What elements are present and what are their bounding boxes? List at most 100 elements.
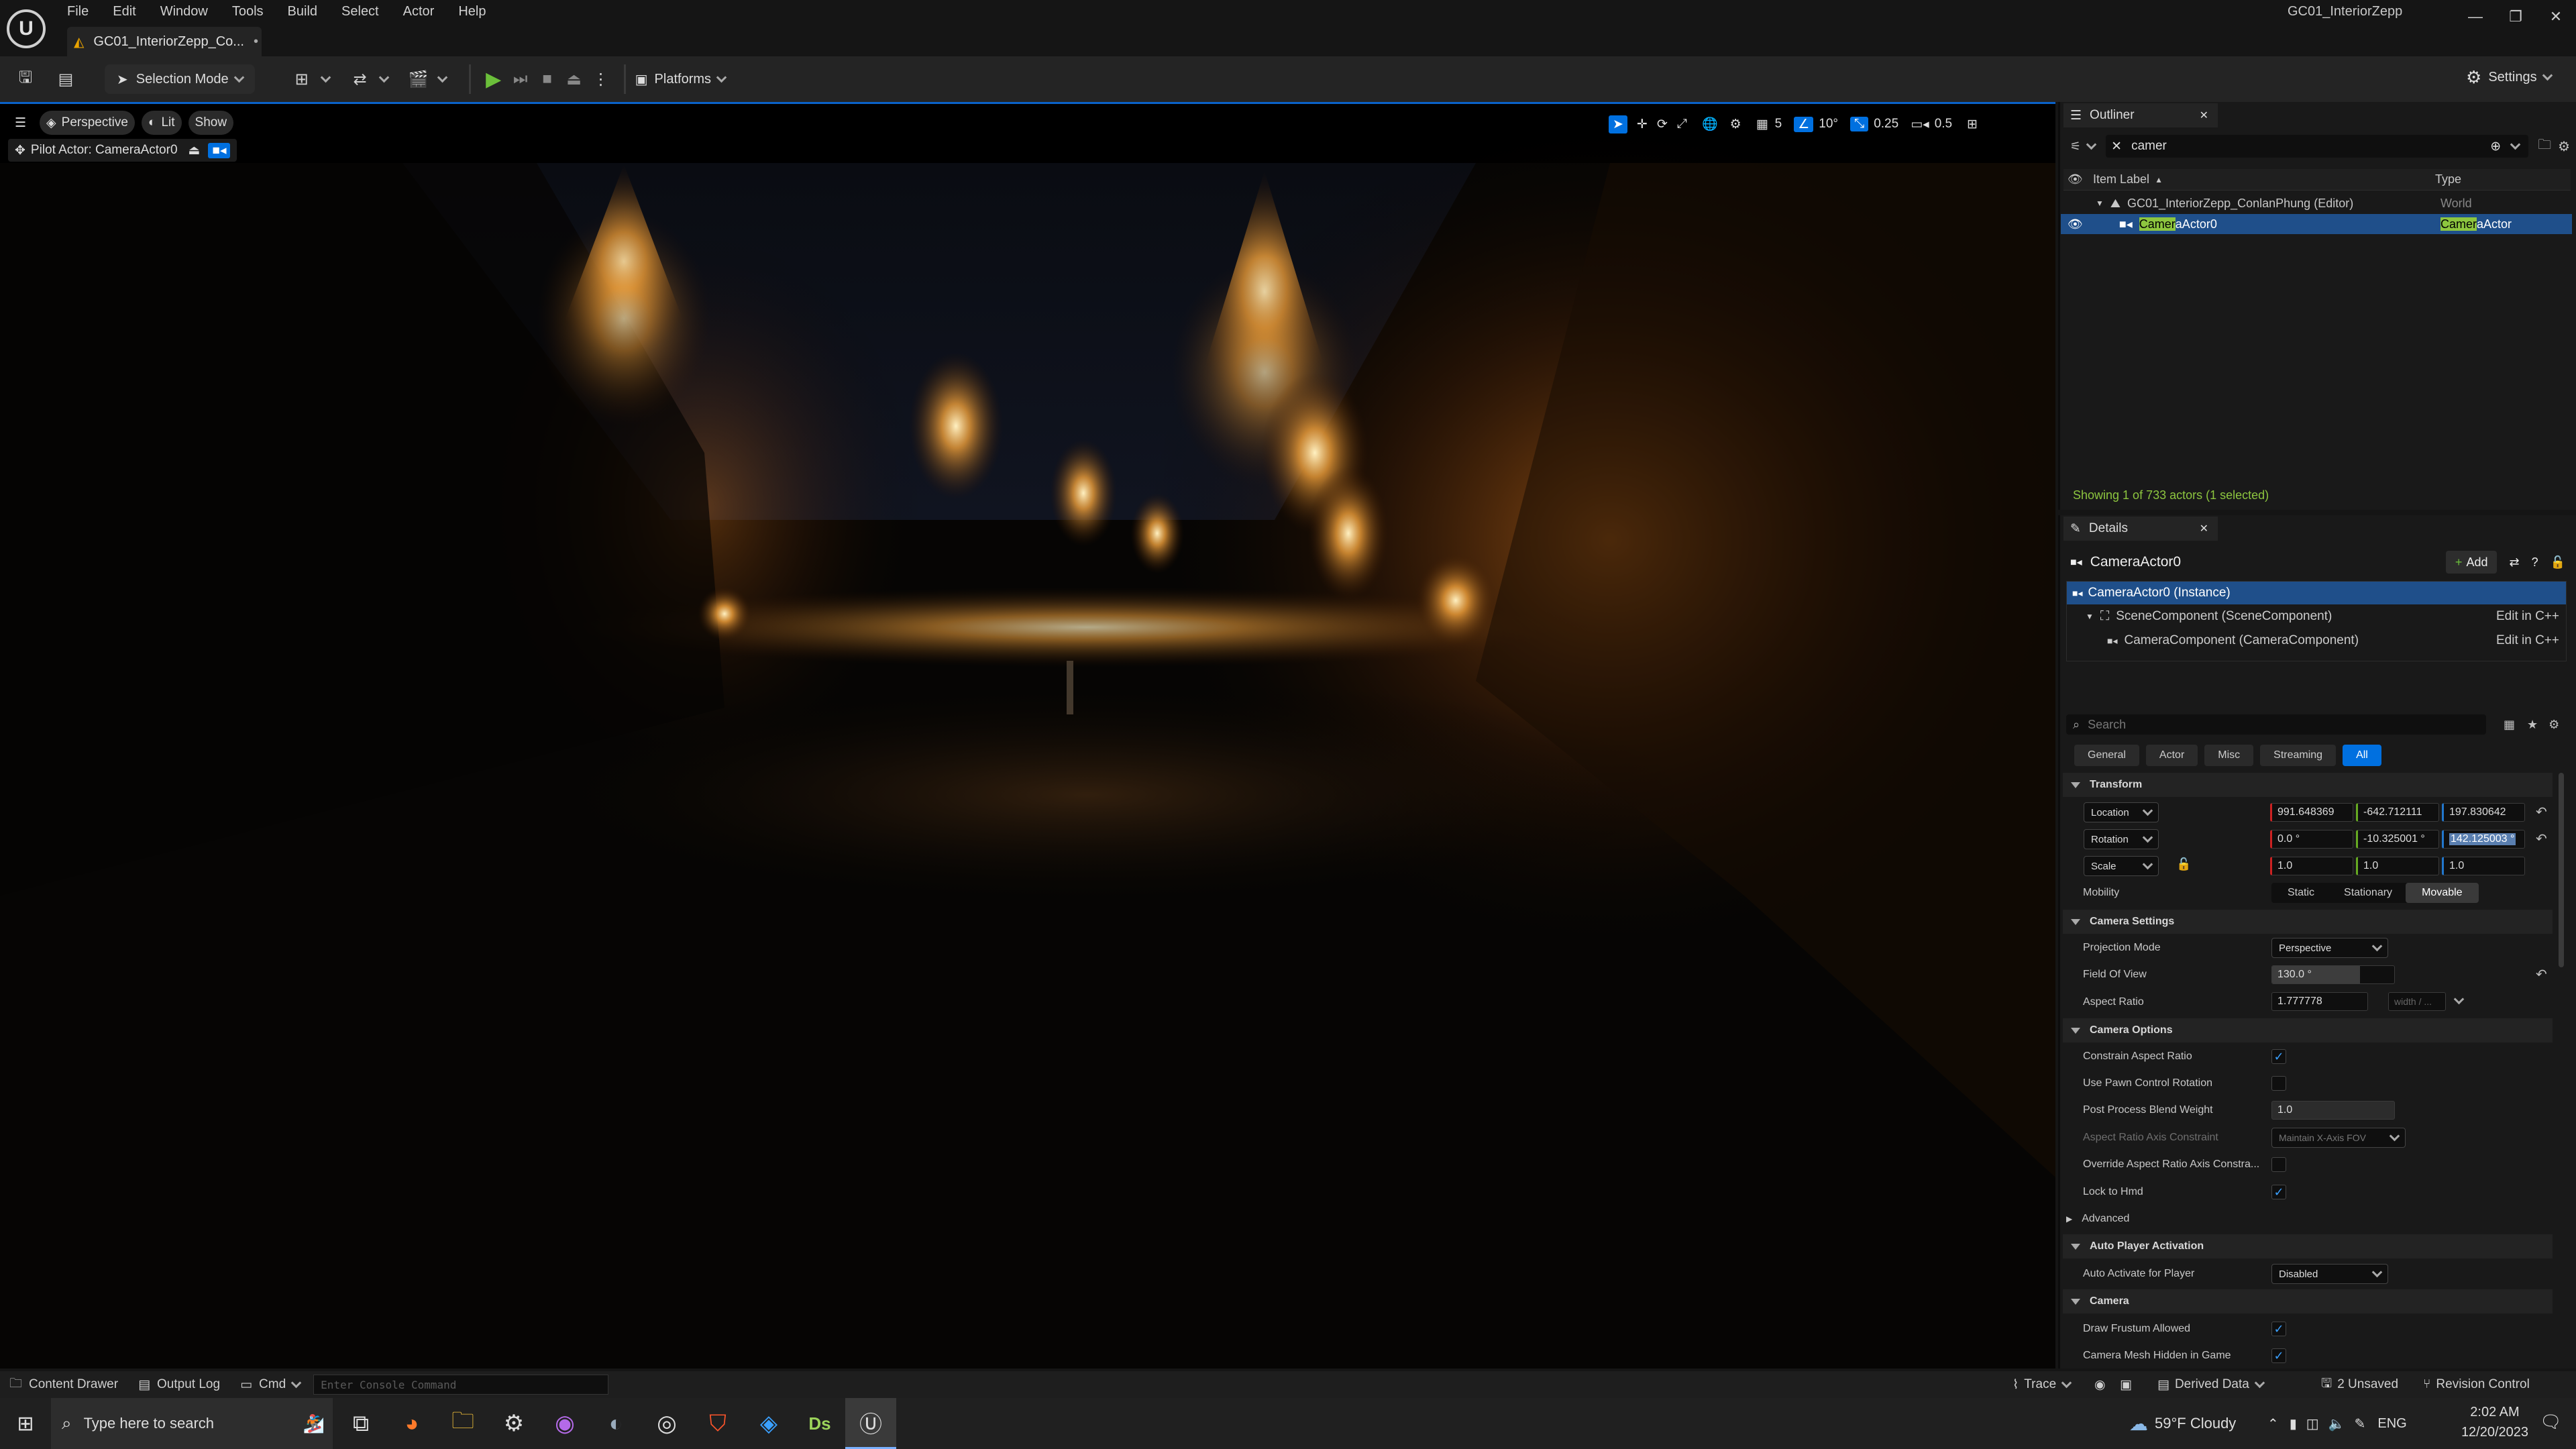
reset-fov-icon[interactable]: ↶	[2536, 966, 2547, 983]
help-icon[interactable]: ?	[2532, 555, 2538, 570]
aspect-ratio-input[interactable]: 1.777778	[2271, 992, 2368, 1011]
section-auto-player[interactable]: Auto Player Activation	[2063, 1234, 2553, 1258]
section-transform[interactable]: Transform	[2063, 773, 2553, 797]
task-view-icon[interactable]: ⧉	[335, 1398, 386, 1449]
visibility-column-icon[interactable]: 👁	[2068, 172, 2085, 186]
scale-y-input[interactable]: 1.0	[2356, 857, 2439, 875]
menu-tools[interactable]: Tools	[232, 4, 264, 19]
component-scene[interactable]: ▼ ⛶ SceneComponent (SceneComponent) Edit…	[2067, 604, 2566, 629]
menu-help[interactable]: Help	[458, 4, 486, 19]
clear-search-icon[interactable]: ✕	[2111, 139, 2122, 154]
edit-cpp-link[interactable]: Edit in C++	[2496, 633, 2559, 648]
section-camera-options[interactable]: Camera Options	[2063, 1018, 2553, 1042]
outliner-row-world[interactable]: ▼ ⛰ GC01_InteriorZepp_ConlanPhung (Edito…	[2063, 193, 2571, 213]
details-scrollbar[interactable]	[2559, 773, 2564, 967]
hamburger-menu-icon[interactable]: ☰	[8, 111, 33, 135]
rotation-dropdown[interactable]: Rotation	[2084, 829, 2159, 849]
rotate-tool-icon[interactable]: ⟳	[1657, 117, 1668, 132]
eject-pilot-icon[interactable]: ⏏	[189, 143, 201, 158]
reset-location-icon[interactable]: ↶	[2536, 804, 2547, 820]
surface-snap-icon[interactable]: ⚙	[1730, 117, 1741, 132]
add-filter-icon[interactable]: ⊕	[2490, 139, 2501, 154]
file-explorer-icon[interactable]: 🗀	[437, 1398, 488, 1449]
advanced-row[interactable]: ▶ Advanced	[2066, 1213, 2129, 1225]
scale-dropdown[interactable]: Scale	[2084, 856, 2159, 876]
location-z-input[interactable]: 197.830642	[2442, 803, 2525, 822]
save-icon[interactable]: 🖫	[12, 66, 39, 93]
filter-tab-general[interactable]: General	[2074, 745, 2139, 766]
mesh-hidden-checkbox[interactable]: ✓	[2271, 1348, 2286, 1363]
lock-hmd-checkbox[interactable]: ✓	[2271, 1185, 2286, 1199]
blueprint-icon[interactable]: ⇄	[347, 66, 374, 93]
menu-window[interactable]: Window	[160, 4, 208, 19]
menu-file[interactable]: File	[67, 4, 89, 19]
new-folder-icon[interactable]: 🗀	[2538, 135, 2551, 158]
col-item-label[interactable]: Item Label	[2093, 172, 2149, 186]
minimize-icon[interactable]: —	[2455, 8, 2496, 25]
browse-icon[interactable]: ▤	[52, 66, 79, 93]
camera-speed-icon[interactable]: ▭◂	[1911, 117, 1929, 132]
projection-mode-dropdown[interactable]: Perspective	[2271, 938, 2388, 958]
auto-activate-dropdown[interactable]: Disabled	[2271, 1264, 2388, 1284]
scale-lock-icon[interactable]: 🔓	[2176, 857, 2191, 871]
discord-icon[interactable]: ◉	[539, 1398, 590, 1449]
unreal-editor-taskbar-icon[interactable]: Ⓤ	[845, 1398, 896, 1449]
menu-actor[interactable]: Actor	[403, 4, 435, 19]
draw-frustum-checkbox[interactable]: ✓	[2271, 1322, 2286, 1336]
scale-x-input[interactable]: 1.0	[2270, 857, 2353, 875]
section-camera[interactable]: Camera	[2063, 1289, 2553, 1313]
override-axis-checkbox[interactable]	[2271, 1157, 2286, 1172]
pawn-control-checkbox[interactable]	[2271, 1076, 2286, 1091]
rotation-z-input[interactable]: 142.125003 °	[2442, 830, 2525, 849]
mobility-stationary[interactable]: Stationary	[2330, 887, 2406, 899]
platforms-button[interactable]: ▣ Platforms	[635, 71, 727, 88]
cmd-dropdown[interactable]: ▭ Cmd	[240, 1377, 302, 1393]
constrain-aspect-checkbox[interactable]: ✓	[2271, 1049, 2286, 1064]
angle-snap-icon[interactable]: ∠	[1794, 116, 1814, 132]
brave-icon[interactable]: ⛉	[692, 1398, 743, 1449]
show-button[interactable]: Show	[188, 111, 234, 135]
settings-button[interactable]: ⚙ Settings	[2466, 67, 2553, 88]
mobility-static[interactable]: Static	[2271, 887, 2330, 899]
github-desktop-icon[interactable]: ◎	[641, 1398, 692, 1449]
network-icon[interactable]: ◫	[2306, 1415, 2319, 1432]
output-log-button[interactable]: ▤ Output Log	[138, 1377, 220, 1393]
trace-button[interactable]: ⌇ Trace	[2012, 1377, 2072, 1393]
fov-slider[interactable]: 130.0 °	[2271, 965, 2395, 984]
derived-data-button[interactable]: ▤ Derived Data	[2157, 1377, 2265, 1393]
mobility-movable[interactable]: Movable	[2406, 883, 2479, 903]
menu-select[interactable]: Select	[341, 4, 379, 19]
rotation-y-input[interactable]: -10.325001 °	[2356, 830, 2439, 849]
unreal-logo-icon[interactable]: U	[7, 9, 46, 48]
pen-icon[interactable]: ✎	[2355, 1415, 2366, 1432]
grid-snap-icon[interactable]: ▦	[1756, 117, 1768, 132]
play-icon[interactable]: ▶	[480, 66, 507, 93]
translate-tool-icon[interactable]: ✛	[1637, 117, 1648, 132]
outliner-tab[interactable]: ☰ Outliner ✕	[2063, 103, 2218, 127]
more-options-icon[interactable]: ⋮	[588, 66, 614, 93]
revision-control-button[interactable]: ⑂ Revision Control	[2423, 1377, 2530, 1392]
location-y-input[interactable]: -642.712111	[2356, 803, 2439, 822]
unsaved-button[interactable]: 🖫 2 Unsaved	[2321, 1374, 2398, 1395]
component-instance[interactable]: ■◂ CameraActor0 (Instance)	[2067, 582, 2566, 604]
taskbar-search-box[interactable]: ⌕ Type here to search 🏂	[51, 1398, 333, 1449]
language-label[interactable]: ENG	[2377, 1416, 2406, 1432]
lit-button[interactable]: ◐ Lit	[141, 111, 182, 135]
aspect-preset-input[interactable]: width / ...	[2388, 992, 2446, 1011]
steam-icon[interactable]: ◐	[590, 1398, 641, 1449]
component-camera[interactable]: ■◂ CameraComponent (CameraComponent) Edi…	[2067, 629, 2566, 653]
volume-icon[interactable]: 🔈	[2328, 1415, 2345, 1432]
firefox-icon[interactable]: ◕	[386, 1398, 437, 1449]
windows-start-icon[interactable]: ⊞	[0, 1398, 51, 1449]
select-tool-icon[interactable]: ➤	[1609, 115, 1627, 133]
add-component-button[interactable]: + Add	[2445, 551, 2498, 574]
details-tab[interactable]: ✎ Details ✕	[2063, 517, 2218, 541]
step-icon[interactable]: ⏭	[507, 66, 534, 93]
close-tab-icon[interactable]: ✕	[2200, 522, 2208, 535]
substance-designer-icon[interactable]: Ds	[794, 1398, 845, 1449]
viewport[interactable]: ☰ ◈ Perspective ◐ Lit Show ✥ Pilot Actor…	[0, 102, 2055, 1368]
scale-z-input[interactable]: 1.0	[2442, 857, 2525, 875]
level-tab[interactable]: ◭ GC01_InteriorZepp_Co... •	[67, 27, 262, 56]
screenshot-icon[interactable]: ▣	[2120, 1377, 2132, 1393]
outliner-settings-icon[interactable]: ⚙	[2558, 138, 2570, 155]
